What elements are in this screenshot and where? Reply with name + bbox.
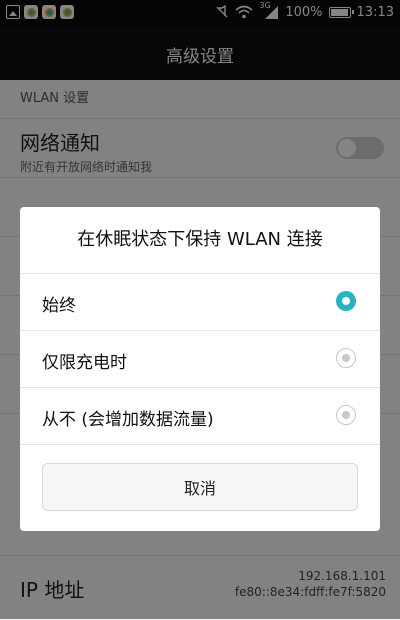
radio-button[interactable] bbox=[336, 405, 356, 425]
option-only-when-charging[interactable]: 仅限充电时 bbox=[20, 331, 380, 388]
option-always[interactable]: 始终 bbox=[20, 274, 380, 331]
dialog-title: 在休眠状态下保持 WLAN 连接 bbox=[20, 207, 380, 274]
option-label: 仅限充电时 bbox=[42, 353, 127, 373]
option-label: 从不 (会增加数据流量) bbox=[42, 410, 214, 430]
option-label: 始终 bbox=[42, 296, 76, 316]
cancel-button[interactable]: 取消 bbox=[42, 463, 358, 511]
radio-button[interactable] bbox=[336, 348, 356, 368]
wlan-sleep-policy-dialog: 在休眠状态下保持 WLAN 连接 始终 仅限充电时 从不 (会增加数据流量) 取… bbox=[20, 207, 380, 531]
option-never[interactable]: 从不 (会增加数据流量) bbox=[20, 388, 380, 445]
radio-button[interactable] bbox=[336, 291, 356, 311]
